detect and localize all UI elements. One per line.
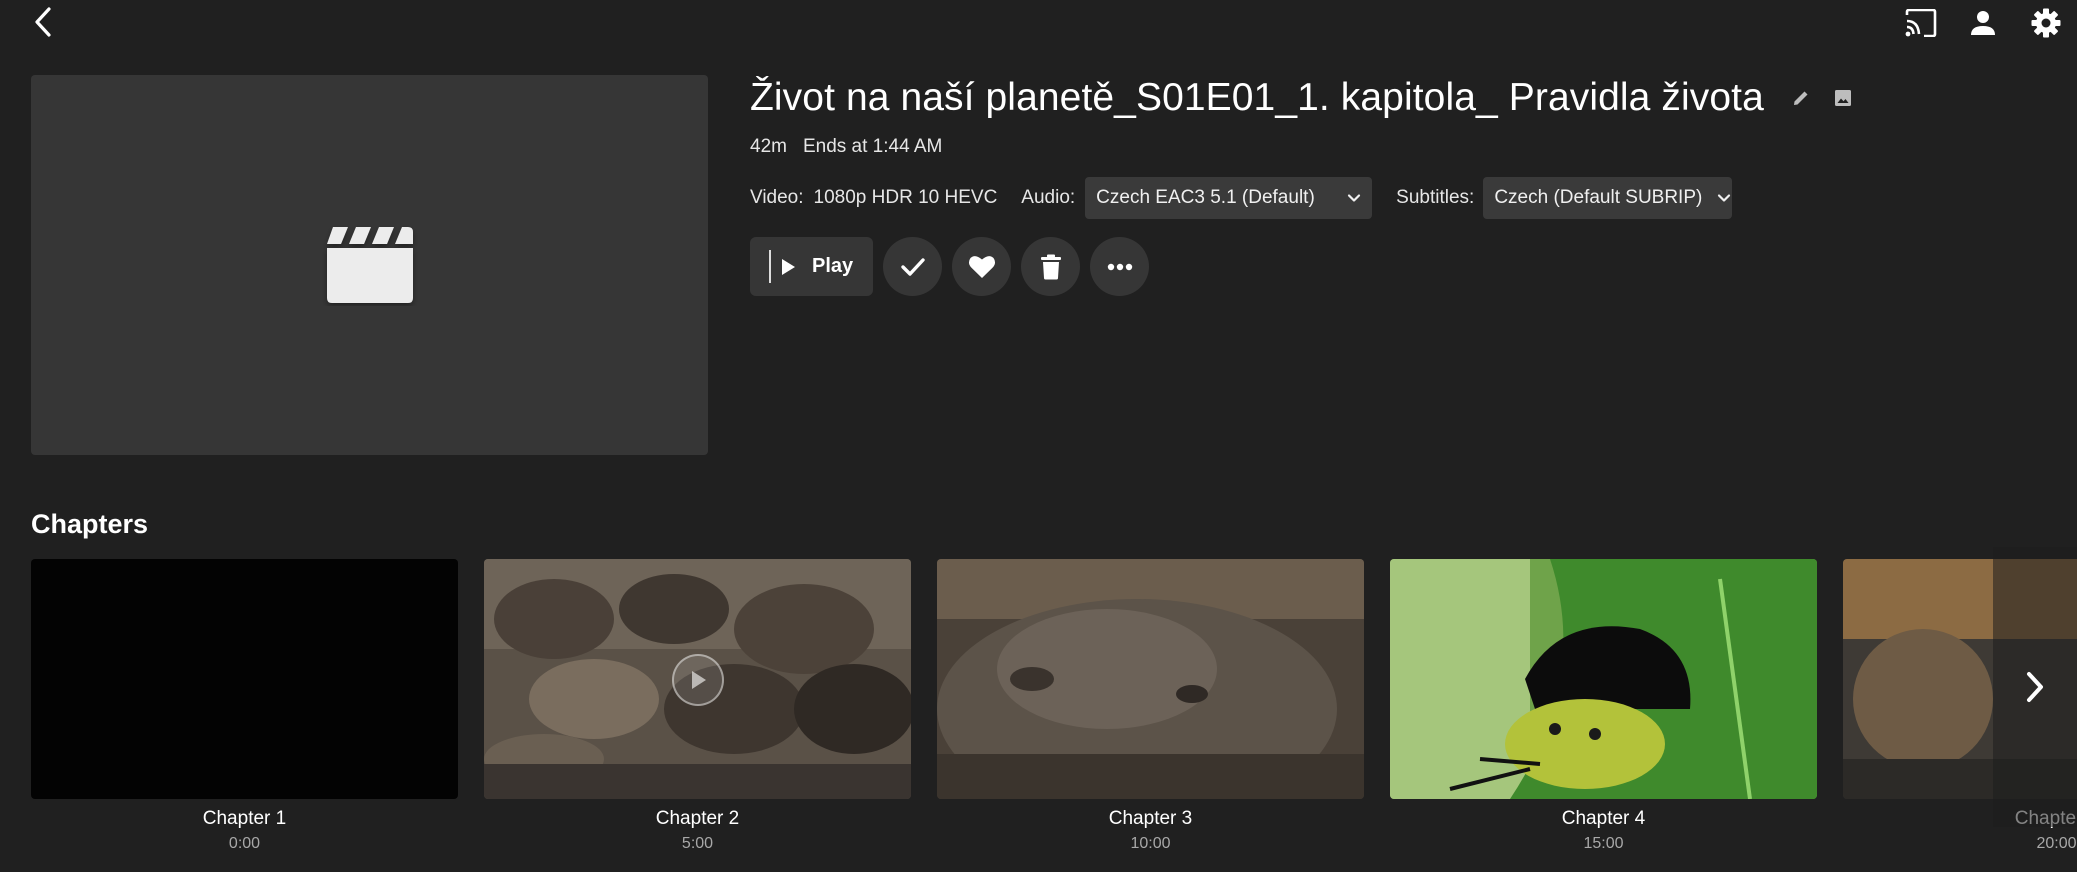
chapter-thumbnail[interactable]	[31, 559, 458, 799]
runtime: 42m	[750, 136, 787, 157]
chapter-thumbnail[interactable]	[1390, 559, 1817, 799]
play-overlay-icon[interactable]	[672, 654, 724, 706]
chapter-time: 5:00	[681, 835, 714, 852]
check-icon	[900, 257, 925, 276]
chapter-card[interactable]: Chapter 4 15:00	[1390, 559, 1817, 853]
title-row: Život na naší planetě_S01E01_1. kapitola…	[750, 72, 1854, 124]
video-value: 1080p HDR 10 HEVC	[813, 187, 998, 208]
poster-placeholder[interactable]	[31, 75, 708, 455]
chevron-right-icon	[2027, 672, 2043, 702]
chapter-thumbnail[interactable]	[937, 559, 1364, 799]
settings-button[interactable]	[2028, 5, 2064, 41]
chapter-card[interactable]: Chapter 1 0:00	[31, 559, 458, 853]
item-details-page: Život na naší planetě_S01E01_1. kapitola…	[0, 0, 2077, 872]
chapter-time: 15:00	[1583, 835, 1624, 852]
trash-icon	[1040, 254, 1061, 279]
scroll-right-button[interactable]	[1993, 547, 2077, 827]
chapter-thumbnail[interactable]	[484, 559, 911, 799]
chapters-heading: Chapters	[31, 509, 149, 539]
subtitles-label: Subtitles:	[1396, 187, 1475, 208]
chapter-card[interactable]: Chapter 2 5:00	[484, 559, 911, 853]
chapter-time: 20:00	[2036, 835, 2077, 852]
clapperboard-icon	[326, 227, 413, 303]
cast-icon	[1905, 9, 1937, 37]
heart-icon	[968, 256, 995, 278]
media-info-row: Video: 1080p HDR 10 HEVC Audio: Czech EA…	[750, 177, 1733, 219]
subtitles-select[interactable]: Czech (Default SUBRIP)	[1483, 177, 1733, 219]
edit-images-button[interactable]	[1832, 87, 1854, 109]
ends-at: Ends at 1:44 AM	[802, 136, 943, 157]
edit-metadata-button[interactable]	[1790, 87, 1812, 109]
user-button[interactable]	[1966, 6, 2000, 40]
more-options-button[interactable]	[1090, 237, 1149, 296]
chapter-title: Chapter 2	[655, 808, 740, 829]
gear-icon	[2031, 8, 2061, 38]
chapter-time: 0:00	[228, 835, 261, 852]
chapter-time: 10:00	[1130, 835, 1171, 852]
cast-button[interactable]	[1904, 6, 1938, 40]
mark-played-button[interactable]	[883, 237, 942, 296]
favorite-button[interactable]	[952, 237, 1011, 296]
focus-indicator	[769, 250, 771, 283]
play-icon	[780, 257, 798, 277]
delete-button[interactable]	[1021, 237, 1080, 296]
image-icon	[1834, 90, 1851, 106]
back-button[interactable]	[28, 6, 60, 38]
page-title: Život na naší planetě_S01E01_1. kapitola…	[750, 76, 1764, 119]
audio-label: Audio:	[1021, 187, 1076, 208]
audio-select-value: Czech EAC3 5.1 (Default)	[1096, 187, 1315, 208]
pencil-icon	[1793, 91, 1808, 105]
video-label: Video:	[750, 187, 804, 208]
subtitles-select-value: Czech (Default SUBRIP)	[1494, 187, 1703, 208]
chapter-title: Chapter 3	[1108, 808, 1193, 829]
chapters-row: Chapter 1 0:00 Chapter 2 5:00 Chapter 3 …	[0, 559, 2077, 872]
person-icon	[1971, 11, 1995, 35]
arrow-back-icon	[35, 7, 51, 37]
chapter-title: Chapter 1	[202, 808, 287, 829]
action-buttons: Play	[750, 237, 1149, 296]
play-button-label: Play	[812, 255, 854, 277]
chevron-down-icon	[1716, 190, 1732, 206]
chapter-title: Chapter 4	[1561, 808, 1646, 829]
meta-row: 42m Ends at 1:44 AM	[750, 136, 942, 158]
play-button[interactable]: Play	[750, 237, 873, 296]
chapter-card[interactable]: Chapter 3 10:00	[937, 559, 1364, 853]
more-horizontal-icon	[1107, 263, 1132, 270]
chevron-down-icon	[1346, 190, 1362, 206]
audio-select[interactable]: Czech EAC3 5.1 (Default)	[1085, 177, 1373, 219]
